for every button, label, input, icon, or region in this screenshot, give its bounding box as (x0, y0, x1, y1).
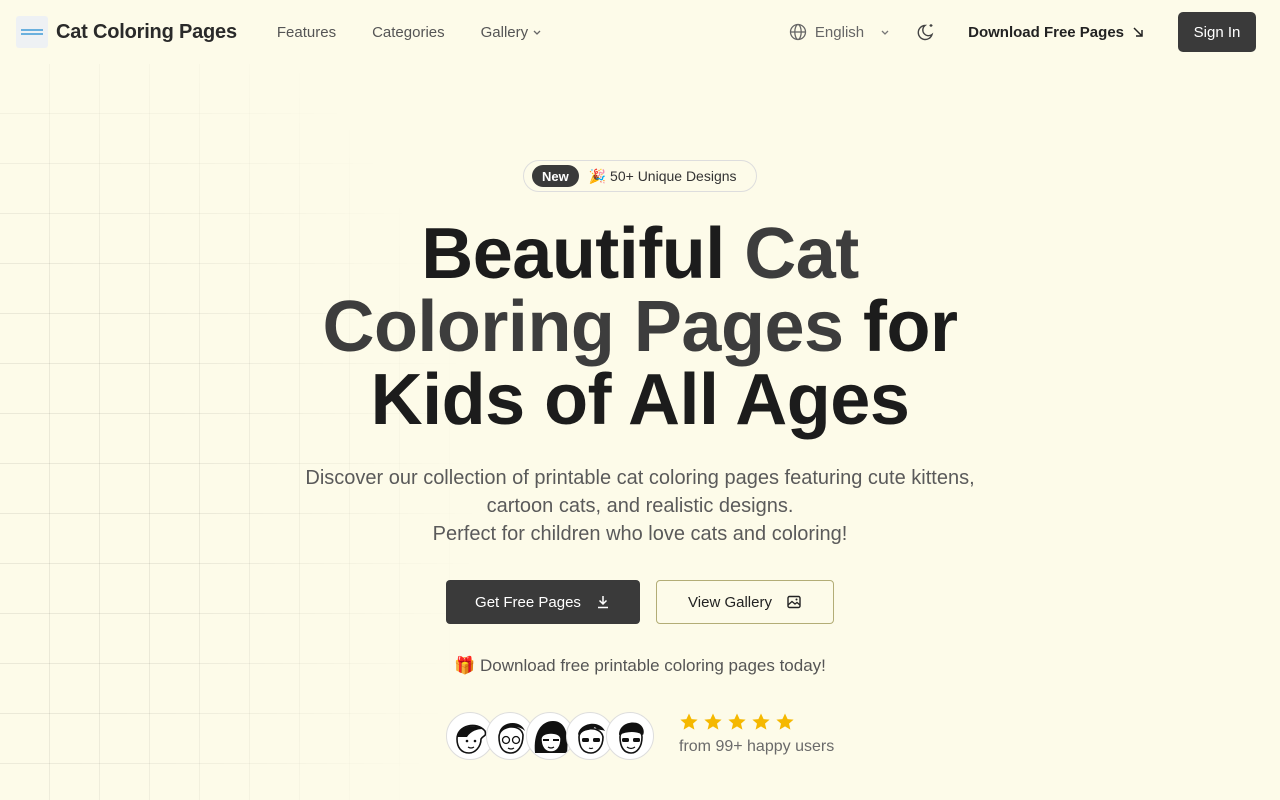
headline-part3: Kids of All Ages (370, 360, 910, 440)
rating-text: from 99+ happy users (679, 738, 835, 755)
nav-features[interactable]: Features (277, 24, 336, 41)
download-free-pages-link[interactable]: Download Free Pages (968, 24, 1144, 41)
avatar (606, 712, 654, 760)
badge-new-label: New (532, 165, 579, 187)
headline-part1: Beautiful (421, 214, 745, 294)
main-nav: Features Categories Gallery (277, 24, 542, 41)
rating: from 99+ happy users (679, 712, 834, 756)
headline-part2: for (843, 287, 958, 367)
top-header: Cat Coloring Pages Features Categories G… (0, 0, 1280, 64)
badge-text: 🎉 50+ Unique Designs (588, 167, 737, 184)
nav-gallery-label: Gallery (480, 23, 529, 41)
moon-icon (917, 24, 934, 41)
star-icon (752, 713, 770, 730)
hero-headline: Beautiful Cat Coloring Pages for Kids of… (240, 218, 1040, 437)
gallery-icon (787, 595, 801, 609)
language-label: English (814, 23, 865, 41)
get-free-pages-label: Get Free Pages (475, 593, 581, 611)
chevron-down-icon (881, 30, 889, 35)
headline-accent1: Cat (744, 214, 859, 294)
user-avatars (446, 712, 666, 760)
download-icon (597, 596, 608, 609)
subtitle-line1: Discover our collection of printable cat… (305, 467, 975, 489)
star-icon (728, 713, 746, 730)
chevron-down-icon (533, 30, 541, 35)
subtitle-line2: cartoon cats, and realistic designs. (486, 495, 794, 517)
view-gallery-button[interactable]: View Gallery (656, 580, 834, 624)
header-actions: English Download Free Pages Sign In (789, 12, 1256, 52)
stars (679, 712, 834, 732)
get-free-pages-button[interactable]: Get Free Pages (446, 580, 640, 624)
view-gallery-label: View Gallery (688, 593, 772, 611)
arrow-down-right-icon (1133, 27, 1143, 37)
star-icon (776, 713, 794, 730)
language-selector[interactable]: English (789, 23, 890, 41)
sign-in-button[interactable]: Sign In (1178, 12, 1256, 52)
hero-subtitle: Discover our collection of printable cat… (240, 464, 1040, 548)
nav-categories[interactable]: Categories (372, 24, 445, 41)
theme-toggle[interactable] (916, 21, 938, 43)
new-badge: New 🎉 50+ Unique Designs (523, 160, 757, 192)
star-icon (704, 713, 722, 730)
logo-image (16, 16, 48, 48)
globe-icon (789, 23, 807, 41)
headline-accent2: Coloring Pages (322, 287, 844, 367)
subtitle-line3: Perfect for children who love cats and c… (432, 523, 848, 545)
logo-text: Cat Coloring Pages (56, 20, 237, 43)
download-link-label: Download Free Pages (968, 23, 1124, 41)
star-icon (680, 713, 698, 730)
nav-gallery[interactable]: Gallery (481, 24, 543, 41)
logo[interactable]: Cat Coloring Pages (16, 16, 237, 48)
promo-text: 🎁 Download free printable coloring pages… (454, 656, 826, 675)
hero-section: New 🎉 50+ Unique Designs Beautiful Cat C… (0, 0, 1280, 800)
